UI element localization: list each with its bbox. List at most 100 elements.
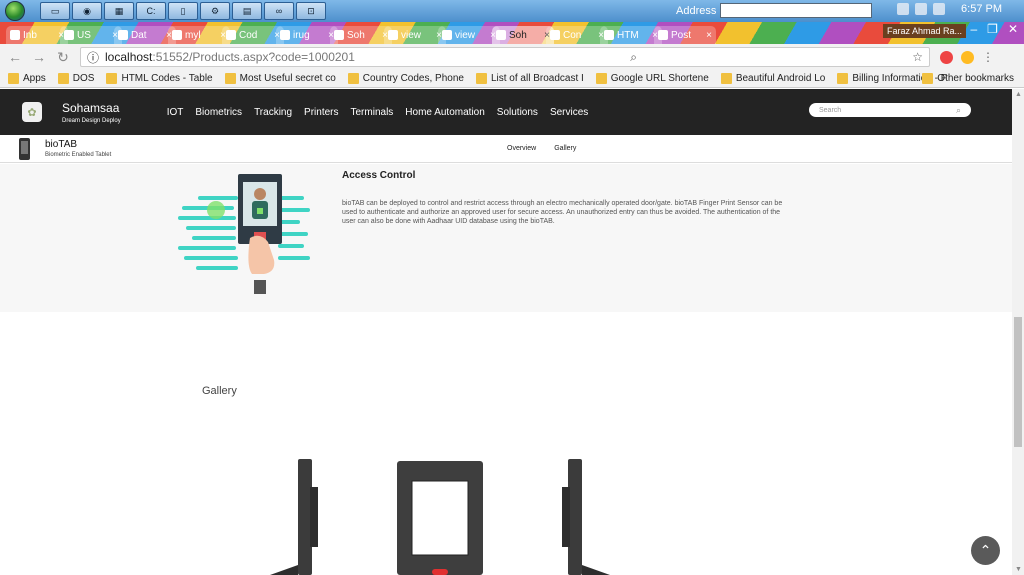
close-icon[interactable]: ✕: [1008, 22, 1018, 36]
app-taskbar-icon[interactable]: ⚙: [200, 2, 230, 20]
bookmark-star-icon[interactable]: ☆: [912, 50, 923, 64]
forward-icon[interactable]: →: [32, 49, 46, 65]
clock[interactable]: 6:57 PM: [961, 3, 1002, 15]
extension-icon[interactable]: [961, 50, 974, 64]
site-search-input[interactable]: Search ⌕: [809, 103, 971, 117]
code-icon: [118, 30, 128, 40]
system-tray: 6:57 PM: [897, 3, 1002, 15]
tab-close-icon[interactable]: ×: [706, 30, 712, 41]
bookmark-item[interactable]: Google URL Shortene: [595, 73, 709, 84]
browser-tab[interactable]: view×: [384, 26, 446, 44]
zoom-icon[interactable]: ⌕: [630, 50, 637, 65]
browser-tab[interactable]: HTM ×: [600, 26, 662, 44]
bookmark-item[interactable]: HTML Codes - Table: [106, 73, 213, 84]
address-bar-row: ← → ↻ ⓘ localhost :51552/Products.aspx?c…: [0, 44, 1024, 70]
site-icon: [388, 30, 398, 40]
maximize-icon[interactable]: ❐: [987, 22, 998, 36]
browser-tab-label: Post: [671, 29, 692, 41]
tab-overview[interactable]: Overview: [507, 145, 536, 152]
browser-tab[interactable]: Soh ×: [330, 26, 392, 44]
profile-name[interactable]: Faraz Ahmad Ra...: [882, 24, 966, 38]
browser-tab[interactable]: myl ×: [168, 26, 230, 44]
browser-tab-label: Cod: [239, 29, 258, 41]
menu-icon[interactable]: ⋮: [982, 50, 994, 64]
bookmark-item[interactable]: List of all Broadcast I: [475, 73, 584, 84]
back-icon[interactable]: ←: [8, 49, 22, 65]
taskbar-address-input[interactable]: [720, 3, 873, 18]
bookmark-item[interactable]: DOS: [57, 73, 94, 84]
google-icon: [595, 73, 607, 84]
browser-tab[interactable]: Dat ×: [114, 26, 176, 44]
chrome-taskbar-icon[interactable]: ◉: [72, 2, 102, 20]
browser-tab[interactable]: Inb ×: [6, 26, 68, 44]
minimize-icon[interactable]: –: [970, 22, 977, 36]
volume-icon[interactable]: [933, 3, 946, 15]
network-icon[interactable]: [915, 3, 928, 15]
app-taskbar-icon[interactable]: ▦: [104, 2, 134, 20]
app-taskbar-icon[interactable]: ⊡: [296, 2, 326, 20]
browser-tab[interactable]: Soh ×: [492, 26, 554, 44]
menu-item-biometrics[interactable]: Biometrics: [195, 107, 242, 118]
menu-item-solutions[interactable]: Solutions: [497, 107, 538, 118]
visual-studio-taskbar-icon[interactable]: ∞: [264, 2, 294, 20]
scrollbar-thumb[interactable]: [1014, 317, 1022, 447]
bookmark-item[interactable]: Country Codes, Phone: [347, 73, 464, 84]
search-icon[interactable]: ⌕: [956, 105, 961, 116]
page-icon: [172, 30, 182, 40]
explorer-taskbar-icon[interactable]: ▭: [40, 2, 70, 20]
browser-tab[interactable]: Cod ×: [222, 26, 284, 44]
main-menu: IOT Biometrics Tracking Printers Terminals Ho…: [167, 107, 589, 118]
other-bookmarks[interactable]: Other bookmarks: [922, 73, 1014, 84]
menu-item-printers[interactable]: Printers: [304, 107, 338, 118]
reload-icon[interactable]: ↻: [56, 49, 70, 66]
browser-tab[interactable]: irug ×: [276, 26, 338, 44]
bookmark-label: Google URL Shortene: [610, 73, 709, 84]
bookmark-item[interactable]: Beautiful Android Lo: [720, 73, 825, 84]
start-button[interactable]: [0, 0, 30, 22]
flag-icon[interactable]: [897, 3, 910, 15]
window-controls: – ❐ ✕: [970, 22, 1018, 36]
menu-item-services[interactable]: Services: [550, 107, 588, 118]
browser-tab[interactable]: Con ×: [546, 26, 608, 44]
cmd-taskbar-icon[interactable]: C:: [136, 2, 166, 20]
menu-item-home-automation[interactable]: Home Automation: [405, 107, 485, 118]
bookmark-label: List of all Broadcast I: [490, 73, 584, 84]
search-placeholder: Search: [819, 106, 842, 114]
scroll-up-icon[interactable]: ▲: [1015, 91, 1022, 98]
drive-icon: [64, 30, 74, 40]
menu-item-iot[interactable]: IOT: [167, 107, 184, 118]
brand[interactable]: Sohamsaa Dream Design Deploy: [62, 101, 121, 124]
app-taskbar-icon[interactable]: ▯: [168, 2, 198, 20]
cc-icon: [347, 73, 359, 84]
url-input[interactable]: ⓘ localhost :51552/Products.aspx?code=10…: [80, 47, 930, 67]
tablet-side-right-image[interactable]: [562, 459, 610, 575]
menu-item-terminals[interactable]: Terminals: [351, 107, 394, 118]
tab-gallery[interactable]: Gallery: [554, 145, 576, 152]
browser-tab-label: myl: [185, 29, 201, 41]
extension-icon[interactable]: [940, 50, 953, 64]
scroll-down-icon[interactable]: ▼: [1015, 566, 1022, 573]
chevron-up-icon: ⌃: [979, 542, 992, 558]
browser-tab[interactable]: Post ×: [654, 26, 716, 44]
brand-name: Sohamsaa: [62, 100, 120, 115]
tablet-front-image[interactable]: [397, 461, 483, 575]
bookmark-item[interactable]: Most Useful secret co: [224, 73, 336, 84]
scroll-to-top-button[interactable]: ⌃: [971, 536, 1000, 565]
site-logo-icon[interactable]: ✿: [22, 102, 42, 122]
app-taskbar-icon[interactable]: ▤: [232, 2, 262, 20]
browser-tab[interactable]: view×: [438, 26, 500, 44]
page-info-icon[interactable]: ⓘ: [87, 49, 99, 66]
bookmarks-bar: Apps DOS HTML Codes - Table Most Useful sec…: [0, 70, 1024, 88]
browser-tab-label: HTM: [617, 29, 639, 41]
page-scrollbar[interactable]: ▲ ▼: [1012, 89, 1024, 575]
bookmark-item[interactable]: Apps: [8, 73, 46, 84]
url-path: :51552/Products.aspx?code=1000201: [152, 50, 355, 64]
web-page: ✿ Sohamsaa Dream Design Deploy IOT Biomet…: [0, 89, 1012, 575]
browser-tab-label: irug: [293, 29, 310, 41]
menu-item-tracking[interactable]: Tracking: [254, 107, 292, 118]
browser-tab[interactable]: US ×: [60, 26, 122, 44]
url-host: localhost: [105, 50, 153, 64]
browser-tab-label: Soh: [347, 29, 365, 41]
tablet-side-left-image[interactable]: [270, 459, 318, 575]
feature-description: bioTAB can be deployed to control and re…: [342, 200, 783, 225]
